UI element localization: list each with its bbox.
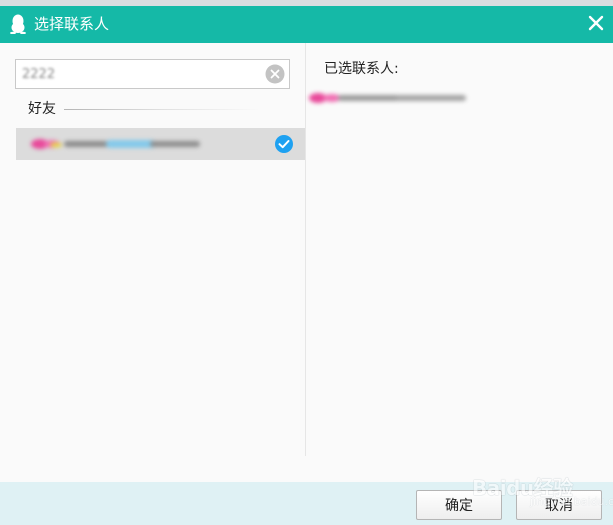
check-circle-icon[interactable]: [274, 134, 294, 154]
clear-search-button[interactable]: [265, 64, 285, 84]
title-bar: 选择联系人: [0, 6, 613, 43]
dialog-title: 选择联系人: [34, 15, 110, 33]
group-header-friends[interactable]: 好友: [28, 99, 56, 119]
selected-contact-item[interactable]: [306, 89, 476, 107]
clear-icon: [265, 64, 285, 84]
selected-contacts-panel: 已选联系人:: [306, 43, 613, 456]
dialog-footer: 确定 取消: [0, 482, 613, 525]
contact-list-item[interactable]: [16, 128, 305, 160]
close-icon: [588, 15, 604, 31]
contact-list-panel: 好友: [0, 43, 305, 456]
selected-contact-name: [312, 92, 482, 104]
search-input[interactable]: [22, 63, 262, 85]
contact-name: [30, 138, 200, 150]
cancel-button[interactable]: 取消: [516, 490, 602, 520]
selected-contacts-label: 已选联系人:: [324, 61, 399, 77]
qq-penguin-icon: [10, 14, 26, 35]
close-button[interactable]: [583, 10, 609, 36]
select-contacts-dialog: 选择联系人 好友: [0, 0, 613, 525]
search-box: [15, 59, 290, 89]
confirm-button[interactable]: 确定: [416, 490, 502, 520]
group-divider: [64, 109, 260, 110]
